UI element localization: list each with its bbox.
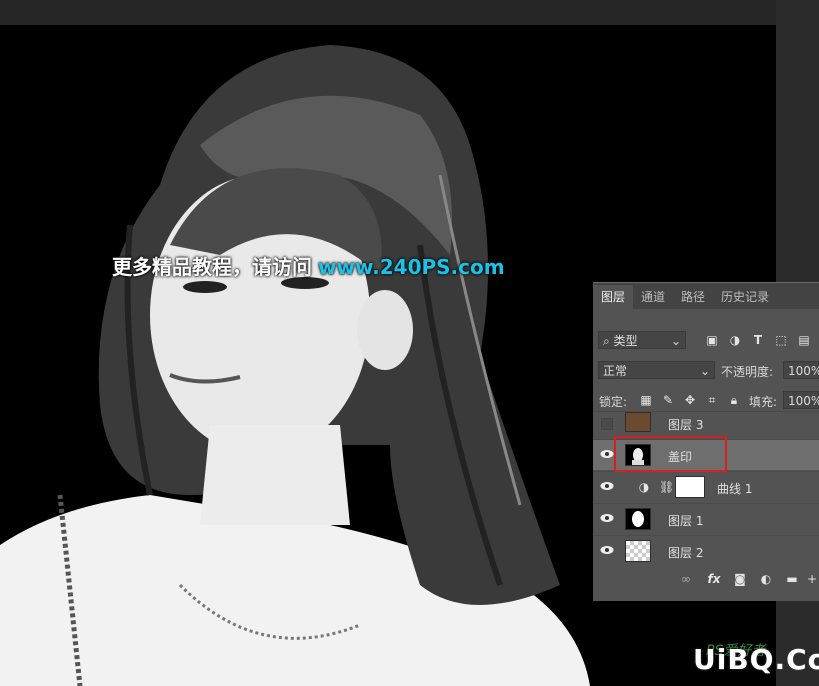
filter-smartobject-icon[interactable]: ▤ xyxy=(797,333,811,347)
layer-row-1[interactable]: 图层 1 xyxy=(593,503,819,534)
layer-thumbnail xyxy=(625,412,651,432)
layer-name: 图层 3 xyxy=(668,418,704,432)
search-icon: ⌕ xyxy=(603,334,614,348)
tab-channels[interactable]: 通道 xyxy=(633,285,673,309)
filter-adjustment-icon[interactable]: ◑ xyxy=(728,333,742,347)
watermark-url: www.240PS.com xyxy=(318,255,505,279)
eye-icon[interactable] xyxy=(600,545,614,555)
layer-thumbnail-transparent xyxy=(625,540,651,562)
chevron-down-icon: ⌄ xyxy=(699,364,710,378)
lock-all-icon[interactable]: 🔒︎ xyxy=(727,393,741,407)
lock-transparent-icon[interactable]: ▦ xyxy=(639,393,653,407)
layer-name: 图层 1 xyxy=(668,514,704,528)
fill-input[interactable]: 100% xyxy=(783,391,819,409)
tab-history[interactable]: 历史记录 xyxy=(713,285,777,309)
new-layer-icon[interactable]: + xyxy=(805,572,819,586)
watermark-text: 更多精品教程，请访问 www.240PS.com xyxy=(112,251,505,280)
link-chain-icon[interactable]: ⛓ xyxy=(659,480,674,494)
layer-row-2[interactable]: 图层 2 xyxy=(593,535,819,566)
fx-icon[interactable]: fx xyxy=(707,572,721,586)
filter-pixel-icon[interactable]: ▣ xyxy=(705,333,719,347)
adjustment-icon: ◑ xyxy=(638,480,650,494)
filter-kind-select[interactable]: ⌕ 类型 ⌄ xyxy=(598,331,686,349)
filter-shape-icon[interactable]: ⬚ xyxy=(774,333,788,347)
blend-mode-value: 正常 xyxy=(603,364,628,378)
tab-paths[interactable]: 路径 xyxy=(673,285,713,309)
lock-brush-icon[interactable]: ✎ xyxy=(661,393,675,407)
highlight-box xyxy=(614,436,727,472)
eye-icon[interactable] xyxy=(600,481,614,491)
filter-type-icon[interactable]: T xyxy=(751,333,765,347)
layer-mask-thumbnail[interactable] xyxy=(675,476,705,498)
layer-thumbnail xyxy=(625,508,651,530)
layer-row-3[interactable]: 图层 3 xyxy=(593,411,819,435)
fill-label: 填充: xyxy=(749,395,778,409)
watermark-cn: 更多精品教程，请访问 xyxy=(112,255,312,279)
brand-logo: UiBQ.CoM xyxy=(693,643,819,676)
panel-tabs: 图层 通道 路径 历史记录 xyxy=(593,283,819,309)
layer-name: 曲线 1 xyxy=(717,482,753,496)
filter-kind-value: 类型 xyxy=(613,334,638,348)
blend-mode-select[interactable]: 正常 ⌄ xyxy=(598,361,715,379)
panel-bottom-toolbar: ∞ fx ◙ ◐ ▬ + xyxy=(593,569,819,589)
visibility-toggle-off[interactable] xyxy=(601,418,613,430)
new-group-icon[interactable]: ▬ xyxy=(785,572,799,586)
opacity-label: 不透明度: xyxy=(721,365,774,379)
eye-icon[interactable] xyxy=(600,449,614,459)
opacity-input[interactable]: 100% xyxy=(783,361,819,379)
add-mask-icon[interactable]: ◙ xyxy=(733,572,747,586)
tab-layers[interactable]: 图层 xyxy=(593,285,634,309)
layer-name: 图层 2 xyxy=(668,546,704,560)
layer-row-curves[interactable]: ◑ ⛓ 曲线 1 xyxy=(593,471,819,502)
new-adjustment-icon[interactable]: ◐ xyxy=(759,572,773,586)
eye-icon[interactable] xyxy=(600,513,614,523)
lock-label: 锁定: xyxy=(599,395,628,409)
lock-move-icon[interactable]: ✥ xyxy=(683,393,697,407)
lock-artboard-icon[interactable]: ⌗ xyxy=(705,393,719,407)
portrait-thumb-icon xyxy=(632,511,644,527)
chevron-down-icon: ⌄ xyxy=(670,334,681,348)
link-layers-icon[interactable]: ∞ xyxy=(679,572,693,586)
